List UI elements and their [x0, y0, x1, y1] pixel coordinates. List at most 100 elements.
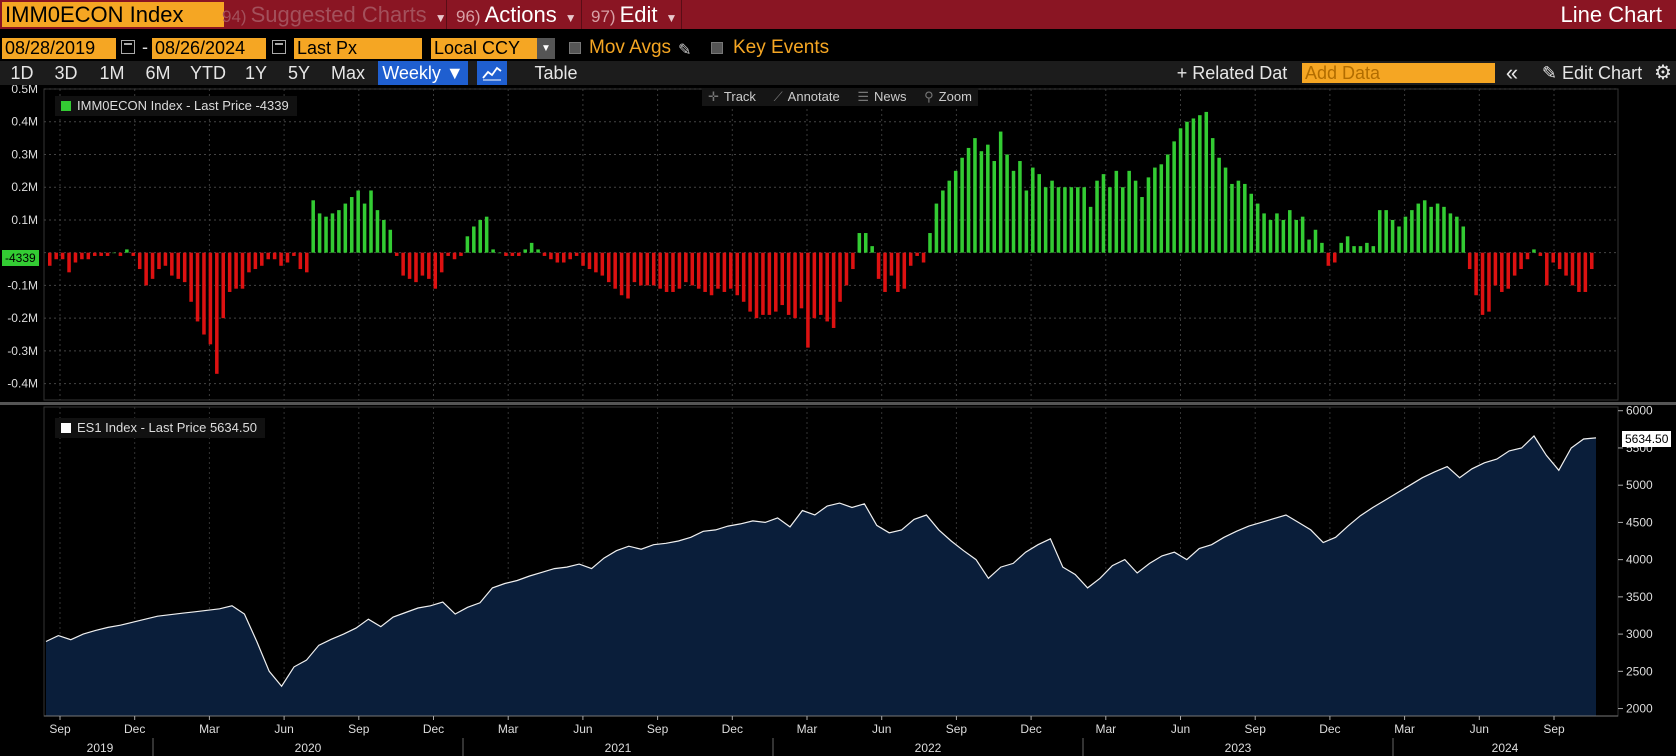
edit-chart-button[interactable]: ✎ Edit Chart	[1532, 61, 1652, 85]
line-chart-icon[interactable]	[477, 61, 507, 85]
net-position-bar	[574, 252, 579, 256]
net-position-bar	[452, 252, 457, 260]
net-position-bar	[446, 252, 450, 256]
annotate-tool[interactable]: ⟋ Annotate	[774, 89, 840, 104]
range-1d[interactable]: 1D	[0, 61, 44, 85]
net-position-bar	[587, 252, 592, 270]
net-position-bar	[928, 233, 932, 253]
net-position-bar	[1063, 187, 1067, 253]
news-tool[interactable]: ☰ News	[857, 89, 906, 104]
pencil-icon[interactable]: ✎	[678, 40, 691, 60]
net-position-bar	[247, 252, 251, 273]
net-position-bar	[748, 252, 752, 312]
actions-menu[interactable]: 96) Actions ▼	[456, 0, 577, 29]
net-position-bar	[1082, 187, 1086, 253]
net-position-bar	[369, 190, 373, 253]
net-position-bar	[1493, 252, 1498, 286]
net-position-bar	[523, 249, 527, 253]
start-date-input[interactable]: 08/28/2019	[2, 38, 116, 59]
net-position-bar	[1236, 180, 1241, 253]
x-tick-label: Mar	[1095, 722, 1116, 736]
y-tick-label: 3000	[1626, 627, 1653, 641]
menu-number: 97)	[591, 7, 616, 26]
net-position-bar	[195, 252, 200, 322]
net-position-bar	[1570, 252, 1575, 286]
collapse-icon[interactable]: «	[1500, 61, 1524, 85]
net-position-bar	[831, 252, 836, 328]
net-position-bar	[1172, 141, 1176, 253]
net-position-bar	[298, 252, 303, 270]
net-position-bar	[979, 151, 984, 253]
net-position-bar	[170, 252, 174, 276]
x-tick-label: Jun	[1470, 722, 1489, 736]
x-tick-label: Sep	[1543, 722, 1565, 736]
add-data-input[interactable]: Add Data	[1302, 63, 1495, 83]
net-position-bar	[677, 252, 682, 289]
currency-select[interactable]: Local CCY	[431, 38, 537, 59]
mov-avgs-label[interactable]: Mov Avgs	[589, 37, 671, 59]
net-position-bar	[536, 249, 540, 253]
top-plot-area	[43, 88, 1619, 401]
key-events-checkbox[interactable]	[711, 42, 723, 54]
net-position-bar	[1397, 226, 1401, 253]
net-position-bar	[767, 252, 772, 315]
menu-label: Actions	[484, 2, 557, 27]
x-tick-label: Jun	[274, 722, 293, 736]
net-position-bar	[838, 252, 842, 302]
net-position-bar	[105, 252, 110, 256]
x-tick-label: Mar	[498, 722, 519, 736]
related-data-button[interactable]: + Related Dat	[1172, 61, 1292, 85]
range-ytd[interactable]: YTD	[181, 61, 235, 85]
range-5y[interactable]: 5Y	[278, 61, 320, 85]
zoom-tool[interactable]: ⚲ Zoom	[924, 89, 972, 104]
net-position-bar	[125, 249, 129, 253]
range-max[interactable]: Max	[321, 61, 375, 85]
x-tick-label: Dec	[423, 722, 444, 736]
net-position-bar	[639, 252, 643, 286]
menu-separator	[581, 0, 582, 29]
net-position-bar	[696, 252, 701, 289]
key-events-label[interactable]: Key Events	[733, 37, 829, 59]
net-position-bar	[1300, 216, 1305, 253]
net-position-bar	[292, 252, 296, 256]
suggested-charts-menu[interactable]: 94) Suggested Charts ▼	[222, 0, 447, 29]
chevron-down-icon[interactable]: ▼	[537, 38, 555, 59]
net-position-bar	[260, 252, 264, 266]
net-position-bar	[754, 252, 759, 319]
net-position-bar	[709, 252, 714, 296]
menu-label: Edit	[619, 2, 658, 27]
menu-label: Suggested Charts	[250, 2, 427, 27]
calendar-icon[interactable]	[272, 40, 286, 54]
net-position-bar	[1159, 164, 1164, 253]
gear-icon[interactable]: ⚙	[1650, 61, 1676, 85]
edit-menu[interactable]: 97) Edit ▼	[591, 0, 677, 29]
net-position-bar	[227, 252, 232, 292]
net-position-bar	[549, 252, 553, 260]
net-position-bar	[941, 190, 945, 253]
range-6m[interactable]: 6M	[135, 61, 181, 85]
net-position-bar	[664, 252, 669, 292]
net-position-bar	[1281, 219, 1286, 253]
range-1y[interactable]: 1Y	[235, 61, 277, 85]
net-position-bar	[305, 252, 309, 273]
net-position-bar	[902, 252, 907, 289]
frequency-select[interactable]: Weekly ▼	[378, 61, 468, 85]
caret-down-icon: ▼	[564, 11, 577, 25]
y-tick-label: 3500	[1626, 590, 1653, 604]
end-date-input[interactable]: 08/26/2024	[152, 38, 266, 59]
field-select[interactable]: Last Px	[294, 38, 422, 59]
calendar-icon[interactable]	[121, 40, 135, 54]
security-input[interactable]: IMM0ECON Index	[2, 2, 224, 27]
net-position-bar	[645, 252, 650, 286]
net-position-bar	[1512, 252, 1517, 276]
net-position-bar	[1275, 213, 1279, 253]
chart-tools: ✛ Track ⟋ Annotate ☰ News ⚲ Zoom	[702, 88, 978, 106]
net-position-bar	[163, 252, 168, 266]
net-position-bar	[401, 252, 405, 276]
mov-avgs-checkbox[interactable]	[569, 42, 581, 54]
bottom-last-value-tag: 5634.50	[1622, 431, 1672, 447]
table-view-button[interactable]: Table	[525, 61, 587, 85]
range-1m[interactable]: 1M	[89, 61, 135, 85]
range-3d[interactable]: 3D	[44, 61, 88, 85]
track-tool[interactable]: ✛ Track	[708, 89, 756, 104]
